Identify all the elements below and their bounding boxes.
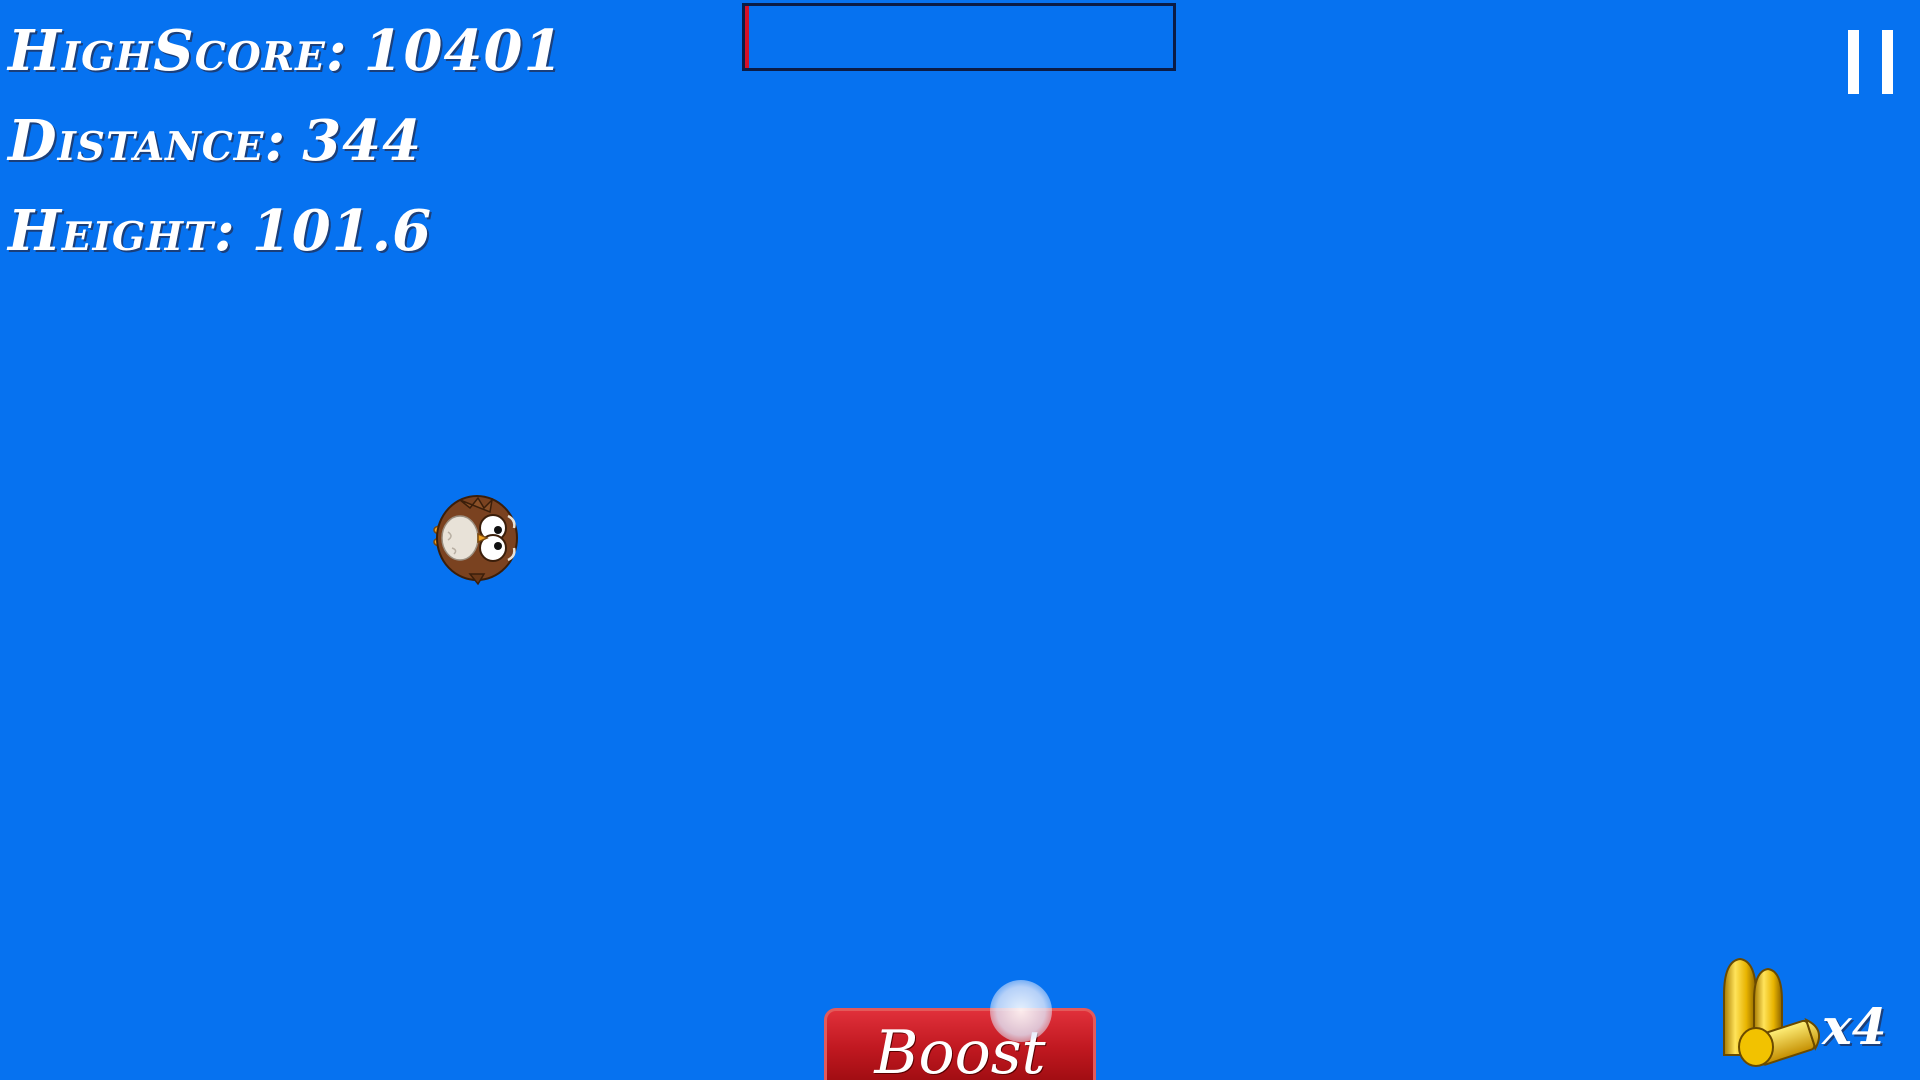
ammo-counter: x4 xyxy=(1720,955,1910,1070)
owl-icon xyxy=(430,490,530,590)
distance-value: 344 xyxy=(302,108,423,174)
game-screen[interactable]: HighScore: 10401 Distance: 344 Height: 101.… xyxy=(0,0,1920,1080)
distance-label: Distance: xyxy=(8,108,287,174)
progress-fill xyxy=(745,6,750,68)
touch-indicator xyxy=(990,980,1052,1042)
distance-display: Distance: 344 xyxy=(8,108,422,174)
progress-bar xyxy=(742,3,1176,71)
boost-button[interactable]: Boost xyxy=(824,1008,1096,1080)
height-label: Height: xyxy=(8,198,236,264)
highscore-display: HighScore: 10401 xyxy=(8,18,563,84)
boost-label: Boost xyxy=(874,1018,1046,1080)
highscore-label: HighScore: xyxy=(8,18,348,84)
highscore-value: 10401 xyxy=(363,18,564,84)
bullets-icon xyxy=(1720,955,1830,1070)
pause-button[interactable] xyxy=(1846,30,1896,94)
height-value: 101.6 xyxy=(251,198,433,264)
ammo-count: x4 xyxy=(1822,997,1887,1056)
height-display: Height: 101.6 xyxy=(8,198,432,264)
